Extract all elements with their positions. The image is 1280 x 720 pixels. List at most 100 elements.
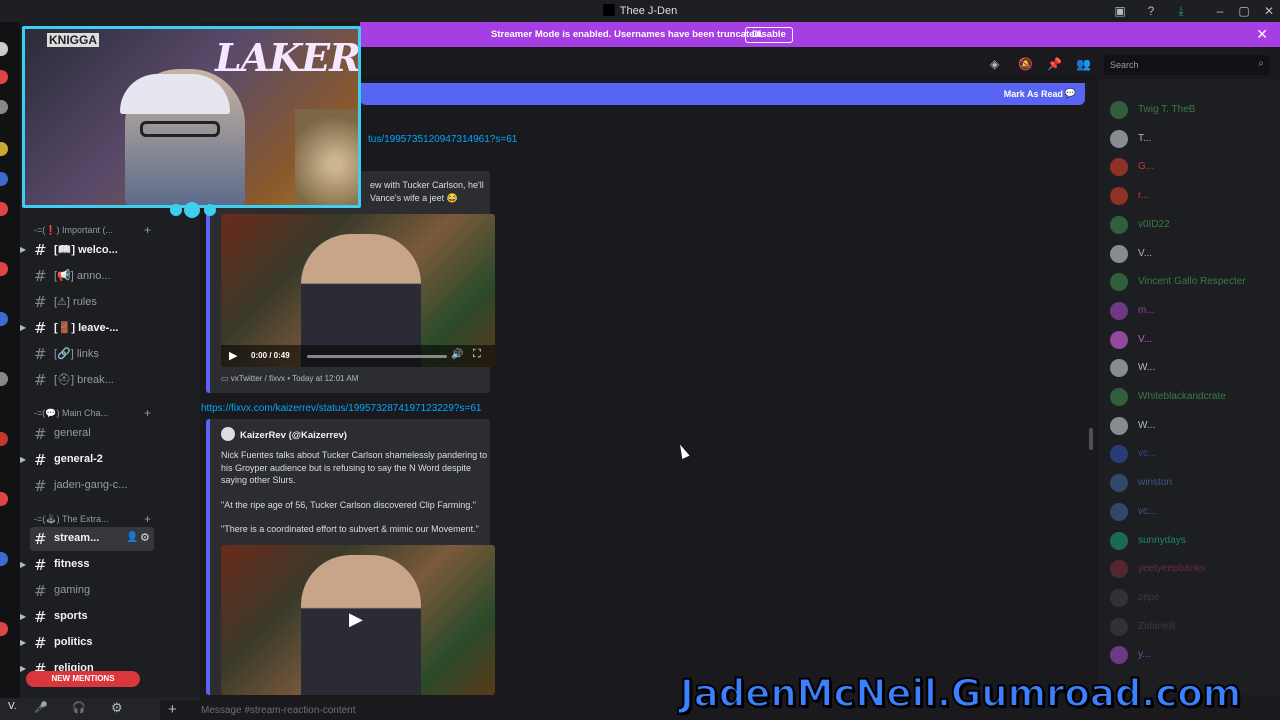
server-icon[interactable] xyxy=(0,42,8,56)
play-icon[interactable]: ▶ xyxy=(229,349,237,362)
server-icon[interactable] xyxy=(0,70,8,84)
inbox-icon[interactable]: ▣ xyxy=(1112,3,1128,19)
member-item[interactable]: V... xyxy=(1110,329,1280,351)
member-item[interactable]: V... xyxy=(1110,243,1280,265)
message-input-placeholder: Message #stream-reaction-content xyxy=(201,705,356,716)
category-the-extra[interactable]: -=(🕹) The Extra... + xyxy=(34,512,151,526)
threads-icon[interactable]: ◈ xyxy=(990,57,999,71)
embed-footer: ▭ vxTwitter / fixvx • Today at 12:01 AM xyxy=(221,374,358,383)
message-link[interactable]: tus/1995735120947314961?s=61 xyxy=(368,134,517,145)
member-item[interactable]: vc... xyxy=(1110,443,1280,465)
channel-welcome[interactable]: ▶ # [📖] welco... xyxy=(20,238,198,262)
channel-break[interactable]: # [⛑] break... xyxy=(20,368,198,392)
attach-plus-icon[interactable]: + xyxy=(168,701,177,718)
embed-video[interactable]: ▶ xyxy=(221,545,495,695)
help-icon[interactable]: ? xyxy=(1143,3,1159,19)
server-icon[interactable] xyxy=(0,372,8,386)
channel-gaming[interactable]: # gaming xyxy=(20,579,198,603)
search-input[interactable]: Search ⌕ xyxy=(1104,55,1270,75)
invite-icon[interactable]: 👤 xyxy=(126,532,138,543)
channel-leave[interactable]: ▶ # [🚪] leave-... xyxy=(20,316,198,340)
server-icon[interactable] xyxy=(0,100,8,114)
channel-links[interactable]: # [🔗] links xyxy=(20,342,198,366)
unread-indicator-icon: ▶ xyxy=(20,323,27,332)
add-channel-icon[interactable]: + xyxy=(144,223,151,237)
member-item[interactable]: sunnydays xyxy=(1110,530,1280,552)
mark-as-read-button[interactable]: Mark As Read xyxy=(1004,89,1063,99)
add-channel-icon[interactable]: + xyxy=(144,512,151,526)
member-avatar xyxy=(1110,215,1128,234)
channel-politics[interactable]: ▶ # politics xyxy=(20,631,198,655)
member-item[interactable]: T... xyxy=(1110,128,1280,150)
member-item[interactable]: y... xyxy=(1110,644,1280,666)
new-mentions-pill[interactable]: NEW MENTIONS xyxy=(26,671,140,687)
member-item[interactable]: Twig T. TheB xyxy=(1110,99,1280,121)
member-item[interactable]: Whiteblackandcrate xyxy=(1110,386,1280,408)
channel-general[interactable]: # general xyxy=(20,422,198,446)
title-bar: Thee J-Den ▣ ? ⤓ – ▢ ✕ xyxy=(0,0,1280,22)
notification-settings-icon[interactable]: 🔕 xyxy=(1018,57,1033,71)
mute-icon[interactable]: 🎤 xyxy=(34,701,48,714)
server-icon[interactable] xyxy=(0,492,8,506)
user-settings-gear-icon[interactable]: ⚙ xyxy=(111,700,123,716)
member-item[interactable]: W... xyxy=(1110,415,1280,437)
member-item[interactable]: winston xyxy=(1110,472,1280,494)
christmas-tree-background xyxy=(295,109,358,205)
member-item[interactable]: G... xyxy=(1110,156,1280,178)
close-banner-icon[interactable]: ✕ xyxy=(1256,26,1268,43)
channel-announcements[interactable]: # [📢] anno... xyxy=(20,264,198,288)
play-icon[interactable]: ▶ xyxy=(349,609,363,630)
member-item[interactable]: yeetyeepbanks xyxy=(1110,558,1280,580)
user-name[interactable]: V. xyxy=(8,701,17,712)
server-icon[interactable] xyxy=(0,622,8,636)
embed-video[interactable]: ▶ 0:00 / 0:49 🔊 ⛶ xyxy=(221,214,495,367)
member-item[interactable]: vc... xyxy=(1110,501,1280,523)
server-icon[interactable] xyxy=(0,432,8,446)
channel-jaden-gang[interactable]: # jaden-gang-c... xyxy=(20,474,198,498)
channel-sports[interactable]: ▶ # sports xyxy=(20,605,198,629)
hash-icon: # xyxy=(34,582,47,600)
channel-general-2[interactable]: ▶ # general-2 xyxy=(20,448,198,472)
volume-icon[interactable]: 🔊 xyxy=(451,349,463,360)
member-item[interactable]: m... xyxy=(1110,300,1280,322)
embed-description: ew with Tucker Carlson, he'll Vance's wi… xyxy=(370,179,500,204)
disable-streamer-mode-button[interactable]: Disable xyxy=(745,27,793,43)
embed-paragraph: Nick Fuentes talks about Tucker Carlson … xyxy=(221,450,488,485)
settings-gear-icon[interactable]: ⚙ xyxy=(140,531,150,544)
message-link[interactable]: https://fixvx.com/kaizerrev/status/19957… xyxy=(201,403,481,414)
member-item[interactable]: Zidanelll xyxy=(1110,616,1280,638)
close-window-icon[interactable]: ✕ xyxy=(1261,3,1277,19)
pinned-messages-icon[interactable]: 📌 xyxy=(1047,57,1062,71)
scrollbar-thumb[interactable] xyxy=(1089,428,1093,450)
member-item[interactable]: r... xyxy=(1110,185,1280,207)
channel-fitness[interactable]: ▶ # fitness xyxy=(20,553,198,577)
channel-rules[interactable]: # [⚠] rules xyxy=(20,290,198,314)
headphones-icon[interactable]: 🎧 xyxy=(72,701,86,714)
server-icon[interactable] xyxy=(0,172,8,186)
category-main-chat[interactable]: -=(💬) Main Cha... + xyxy=(34,406,151,420)
member-item[interactable]: W... xyxy=(1110,357,1280,379)
video-seek-bar[interactable] xyxy=(307,355,447,358)
member-item[interactable]: Vincent Gallo Respecter xyxy=(1110,271,1280,293)
member-item[interactable]: v0ID22 xyxy=(1110,214,1280,236)
server-icon[interactable] xyxy=(0,312,8,326)
server-icon[interactable] xyxy=(0,262,8,276)
member-list-icon[interactable]: 👥 xyxy=(1076,57,1091,71)
category-important[interactable]: -=(❗) Important (... + xyxy=(34,223,151,237)
channel-stream-reaction-content[interactable]: # stream... 👤 ⚙ xyxy=(30,527,154,551)
download-icon[interactable]: ⤓ xyxy=(1173,3,1189,19)
window-title: Thee J-Den xyxy=(0,4,1280,17)
add-channel-icon[interactable]: + xyxy=(144,406,151,420)
streamer-mode-banner: Streamer Mode is enabled. Usernames have… xyxy=(360,22,1280,47)
server-icon[interactable] xyxy=(0,202,8,216)
member-name: y... xyxy=(1138,649,1151,661)
fullscreen-icon[interactable]: ⛶ xyxy=(473,348,481,361)
minimize-icon[interactable]: – xyxy=(1212,3,1228,19)
embed-author[interactable]: KaizerRev (@Kaizerrev) xyxy=(221,427,347,441)
member-item[interactable]: zepe xyxy=(1110,587,1280,609)
embed-footer-text: vxTwitter / fixvx • Today at 12:01 AM xyxy=(230,374,359,383)
server-icon[interactable] xyxy=(0,142,8,156)
maximize-icon[interactable]: ▢ xyxy=(1236,3,1252,19)
unread-indicator-icon: ▶ xyxy=(20,612,27,621)
server-icon[interactable] xyxy=(0,552,8,566)
